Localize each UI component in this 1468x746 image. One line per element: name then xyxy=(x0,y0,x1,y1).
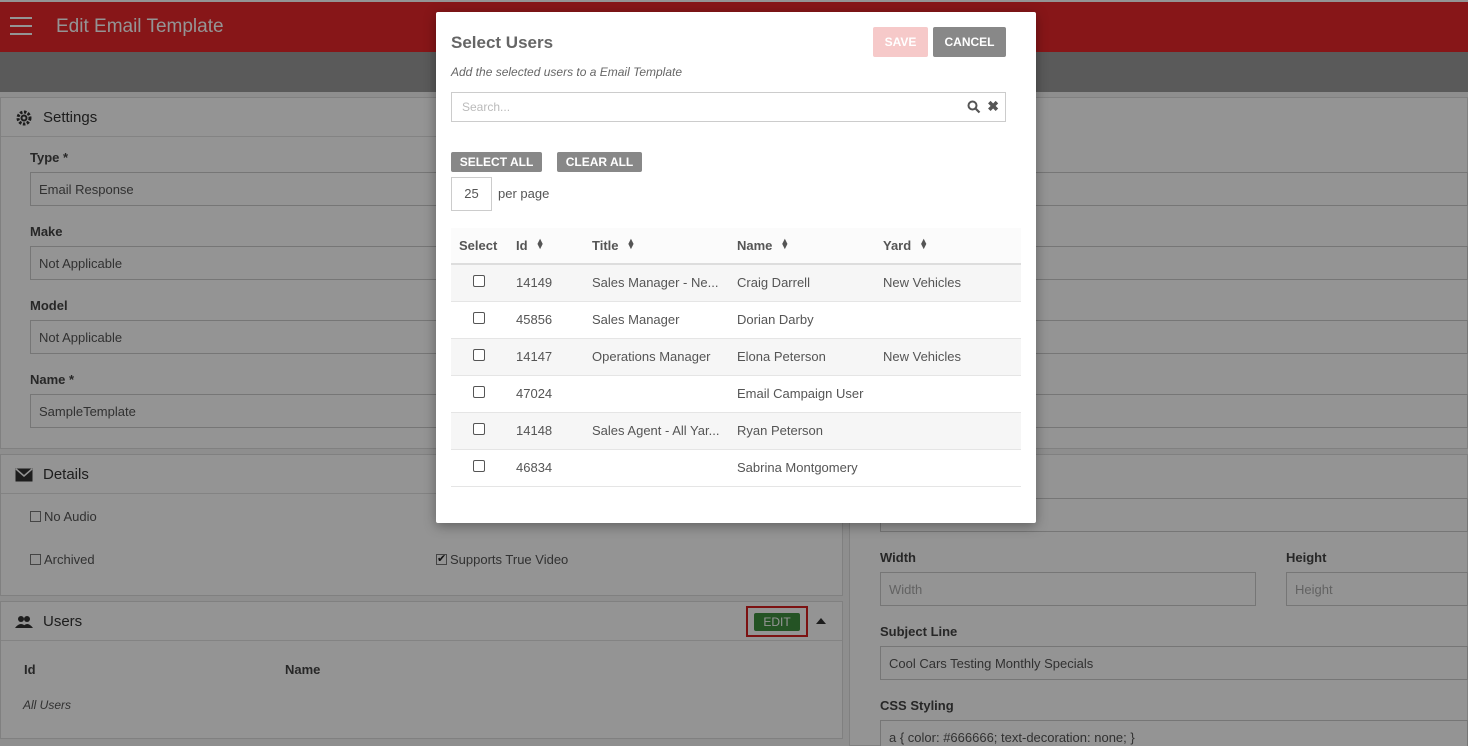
sort-icon[interactable]: ▲ ▼ xyxy=(919,237,928,251)
col-yard[interactable]: Yard ▲ ▼ xyxy=(875,228,1021,265)
clear-search-icon[interactable]: ✖ xyxy=(987,98,999,115)
table-row[interactable]: 46834 Sabrina Montgomery xyxy=(451,449,1021,487)
cell-yard xyxy=(875,412,1021,450)
search-input[interactable] xyxy=(462,100,942,114)
save-button[interactable]: SAVE xyxy=(873,27,928,57)
table-row[interactable]: 47024 Email Campaign User xyxy=(451,375,1021,413)
table-header-row: Select Id ▲ ▼ Title ▲ ▼ Name ▲ ▼ Yard ▲ ▼ xyxy=(451,228,1021,265)
row-checkbox[interactable] xyxy=(473,423,485,435)
select-all-button[interactable]: SELECT ALL xyxy=(451,152,542,172)
cell-title: Sales Manager xyxy=(584,301,729,339)
dialog-title: Select Users xyxy=(451,33,554,52)
table-row[interactable]: 45856 Sales Manager Dorian Darby xyxy=(451,301,1021,339)
row-checkbox[interactable] xyxy=(473,275,485,288)
users-table: Select Id ▲ ▼ Title ▲ ▼ Name ▲ ▼ Yard ▲ ▼ 14149 … xyxy=(451,228,1021,487)
per-page-label: per page xyxy=(498,186,550,201)
sort-icon[interactable]: ▲ ▼ xyxy=(780,237,789,251)
cell-yard xyxy=(875,449,1021,487)
search-box: ✖ xyxy=(451,92,1006,122)
cell-name: Craig Darrell xyxy=(729,264,875,302)
search-icon[interactable] xyxy=(967,100,981,114)
cell-name: Email Campaign User xyxy=(729,375,875,413)
cell-yard xyxy=(875,301,1021,339)
col-id[interactable]: Id ▲ ▼ xyxy=(508,228,584,265)
table-row[interactable]: 14148 Sales Agent - All Yar... Ryan Pete… xyxy=(451,412,1021,450)
cell-name: Dorian Darby xyxy=(729,301,875,339)
cell-name: Sabrina Montgomery xyxy=(729,449,875,487)
col-select: Select xyxy=(451,228,508,265)
cancel-button[interactable]: CANCEL xyxy=(933,27,1006,57)
table-row[interactable]: 14149 Sales Manager - Ne... Craig Darrel… xyxy=(451,264,1021,302)
cell-title xyxy=(584,449,729,487)
cell-name: Elona Peterson xyxy=(729,338,875,376)
select-users-dialog: Select Users Add the selected users to a… xyxy=(436,12,1036,523)
col-yard-label: Yard xyxy=(883,238,912,253)
cell-id: 47024 xyxy=(508,375,584,413)
row-checkbox[interactable] xyxy=(473,386,485,398)
cell-yard xyxy=(875,375,1021,413)
col-title[interactable]: Title ▲ ▼ xyxy=(584,228,729,265)
col-id-label: Id xyxy=(516,238,528,253)
clear-all-button[interactable]: CLEAR ALL xyxy=(557,152,642,172)
per-page-input[interactable]: 25 xyxy=(451,177,492,211)
cell-id: 14147 xyxy=(508,338,584,376)
cell-yard: New Vehicles xyxy=(875,264,1021,302)
col-title-label: Title xyxy=(592,238,619,253)
cell-yard: New Vehicles xyxy=(875,338,1021,376)
cell-title: Sales Agent - All Yar... xyxy=(584,412,729,450)
dialog-subtitle: Add the selected users to a Email Templa… xyxy=(451,65,683,79)
cell-id: 46834 xyxy=(508,449,584,487)
col-name-label: Name xyxy=(737,238,773,253)
row-checkbox[interactable] xyxy=(473,349,485,361)
cell-id: 14148 xyxy=(508,412,584,450)
cell-title xyxy=(584,375,729,413)
cell-title: Operations Manager xyxy=(584,338,729,376)
cell-name: Ryan Peterson xyxy=(729,412,875,450)
cell-title: Sales Manager - Ne... xyxy=(584,264,729,302)
sort-icon[interactable]: ▲ ▼ xyxy=(627,237,636,251)
cell-id: 45856 xyxy=(508,301,584,339)
table-row[interactable]: 14147 Operations Manager Elona Peterson … xyxy=(451,338,1021,376)
cell-id: 14149 xyxy=(508,264,584,302)
sort-icon[interactable]: ▲ ▼ xyxy=(536,237,545,251)
row-checkbox[interactable] xyxy=(473,460,485,472)
row-checkbox[interactable] xyxy=(473,312,485,324)
col-name[interactable]: Name ▲ ▼ xyxy=(729,228,875,265)
